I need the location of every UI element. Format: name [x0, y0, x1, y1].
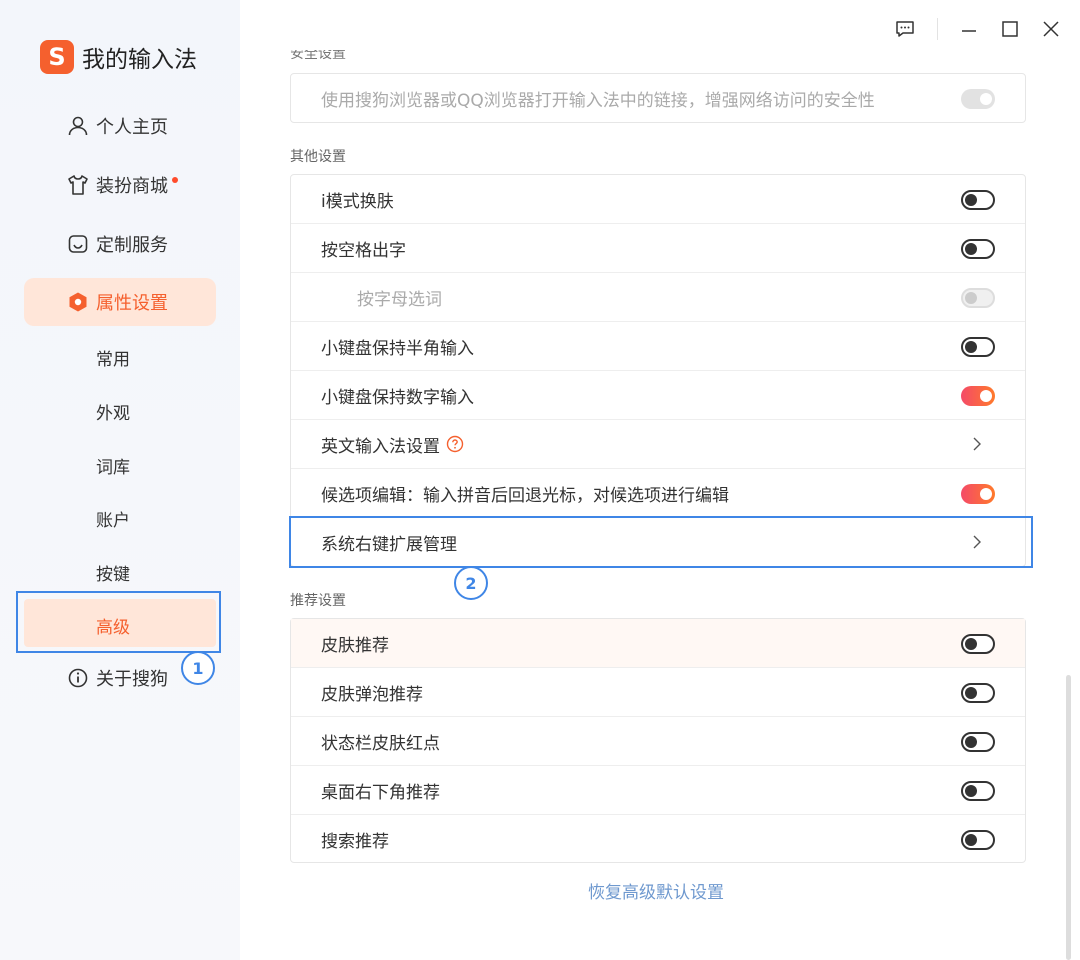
maximize-icon	[1002, 21, 1018, 37]
setting-label: 桌面右下角推荐	[321, 782, 440, 803]
scrollbar[interactable]	[1066, 675, 1071, 960]
hexagon-settings-icon	[69, 292, 87, 312]
setting-row-english-ime[interactable]: 英文输入法设置	[291, 420, 1025, 469]
setting-label: 状态栏皮肤红点	[321, 733, 440, 754]
brand: S 我的输入法	[40, 40, 197, 74]
setting-row: 桌面右下角推荐	[291, 766, 1025, 815]
setting-row: 使用搜狗浏览器或QQ浏览器打开输入法中的链接，增强网络访问的安全性	[291, 74, 1025, 123]
user-icon	[68, 116, 88, 136]
other-settings-card: i模式换肤 按空格出字 按字母选词 小键盘保持半角输入 小键盘保持数字输入 英文…	[290, 174, 1026, 567]
sidebar: S 我的输入法 个人主页 装扮商城 定制服务 属性设置 常用 外观 词库 账户 …	[0, 0, 240, 960]
app-title: 我的输入法	[82, 47, 197, 73]
callout-badge-1: 1	[181, 651, 215, 685]
feedback-icon	[896, 21, 914, 37]
setting-row: 搜索推荐	[291, 815, 1025, 864]
section-label-security-partial: 安全设置	[290, 50, 346, 60]
setting-label: 小键盘保持数字输入	[321, 387, 474, 408]
setting-label: 按空格出字	[321, 240, 406, 261]
toggle-switch[interactable]	[961, 634, 995, 654]
minimize-button[interactable]	[956, 16, 982, 42]
setting-row: 小键盘保持数字输入	[291, 371, 1025, 420]
minimize-icon	[962, 30, 976, 32]
section-label-other: 其他设置	[290, 149, 346, 165]
toggle-switch[interactable]	[961, 484, 995, 504]
inbox-icon	[68, 235, 88, 253]
tshirt-icon	[68, 175, 88, 195]
sub-item-keys[interactable]: 按键	[96, 560, 130, 585]
setting-label: 使用搜狗浏览器或QQ浏览器打开输入法中的链接，增强网络访问的安全性	[321, 91, 875, 111]
setting-label: i模式换肤	[321, 191, 394, 212]
setting-row: 皮肤推荐	[291, 619, 1025, 668]
security-card: 使用搜狗浏览器或QQ浏览器打开输入法中的链接，增强网络访问的安全性	[290, 73, 1026, 123]
toggle-switch[interactable]	[961, 781, 995, 801]
feedback-button[interactable]	[892, 16, 918, 42]
sogou-logo-icon: S	[40, 40, 74, 74]
info-icon	[68, 668, 88, 688]
setting-label: 搜索推荐	[321, 832, 389, 852]
sidebar-item-settings[interactable]: 属性设置	[24, 278, 216, 326]
chevron-right-icon	[973, 437, 981, 451]
maximize-button[interactable]	[997, 16, 1023, 42]
setting-label: 候选项编辑：输入拼音后回退光标，对候选项进行编辑	[321, 485, 729, 506]
toggle-switch[interactable]	[961, 732, 995, 752]
callout-badge-2: 2	[454, 566, 488, 600]
toggle-switch[interactable]	[961, 386, 995, 406]
toggle-switch	[961, 89, 995, 109]
sidebar-item-label: 个人主页	[96, 117, 168, 138]
sidebar-item-label: 属性设置	[96, 293, 168, 314]
sub-item-dictionary[interactable]: 词库	[96, 453, 130, 478]
setting-row: 按字母选词	[291, 273, 1025, 322]
toggle-switch[interactable]	[961, 830, 995, 850]
setting-row: 小键盘保持半角输入	[291, 322, 1025, 371]
setting-label: 小键盘保持半角输入	[321, 338, 474, 359]
setting-label: 皮肤推荐	[321, 635, 389, 656]
toggle-switch[interactable]	[961, 239, 995, 259]
sidebar-item-store[interactable]: 装扮商城	[24, 161, 216, 209]
sidebar-item-custom-service[interactable]: 定制服务	[24, 220, 216, 268]
titlebar-divider	[937, 18, 938, 40]
sub-item-common[interactable]: 常用	[96, 345, 130, 370]
setting-row: 按空格出字	[291, 224, 1025, 273]
sub-item-account[interactable]: 账户	[96, 506, 130, 531]
setting-row: 候选项编辑：输入拼音后回退光标，对候选项进行编辑	[291, 469, 1025, 518]
sidebar-item-label: 关于搜狗	[96, 669, 168, 690]
sidebar-item-label: 定制服务	[96, 235, 168, 256]
sidebar-item-label: 装扮商城	[96, 176, 168, 197]
help-icon[interactable]	[446, 435, 464, 453]
close-button[interactable]	[1038, 16, 1064, 42]
setting-label: 英文输入法设置	[321, 436, 440, 457]
callout-box-context-menu	[289, 516, 1033, 568]
toggle-switch[interactable]	[961, 190, 995, 210]
setting-label: 皮肤弹泡推荐	[321, 684, 423, 705]
callout-box-advanced	[16, 591, 221, 653]
restore-defaults-link[interactable]: 恢复高级默认设置	[588, 878, 724, 903]
sidebar-item-profile[interactable]: 个人主页	[24, 102, 216, 150]
setting-label: 按字母选词	[357, 289, 442, 310]
notification-dot	[172, 177, 178, 183]
toggle-switch	[961, 288, 995, 308]
setting-row: 皮肤弹泡推荐	[291, 668, 1025, 717]
setting-row: 状态栏皮肤红点	[291, 717, 1025, 766]
close-icon	[1043, 21, 1059, 37]
section-label-recommend: 推荐设置	[290, 593, 346, 609]
recommend-settings-card: 皮肤推荐 皮肤弹泡推荐 状态栏皮肤红点 桌面右下角推荐 搜索推荐	[290, 618, 1026, 863]
sub-item-appearance[interactable]: 外观	[96, 399, 130, 424]
toggle-switch[interactable]	[961, 683, 995, 703]
toggle-switch[interactable]	[961, 337, 995, 357]
setting-row: i模式换肤	[291, 175, 1025, 224]
